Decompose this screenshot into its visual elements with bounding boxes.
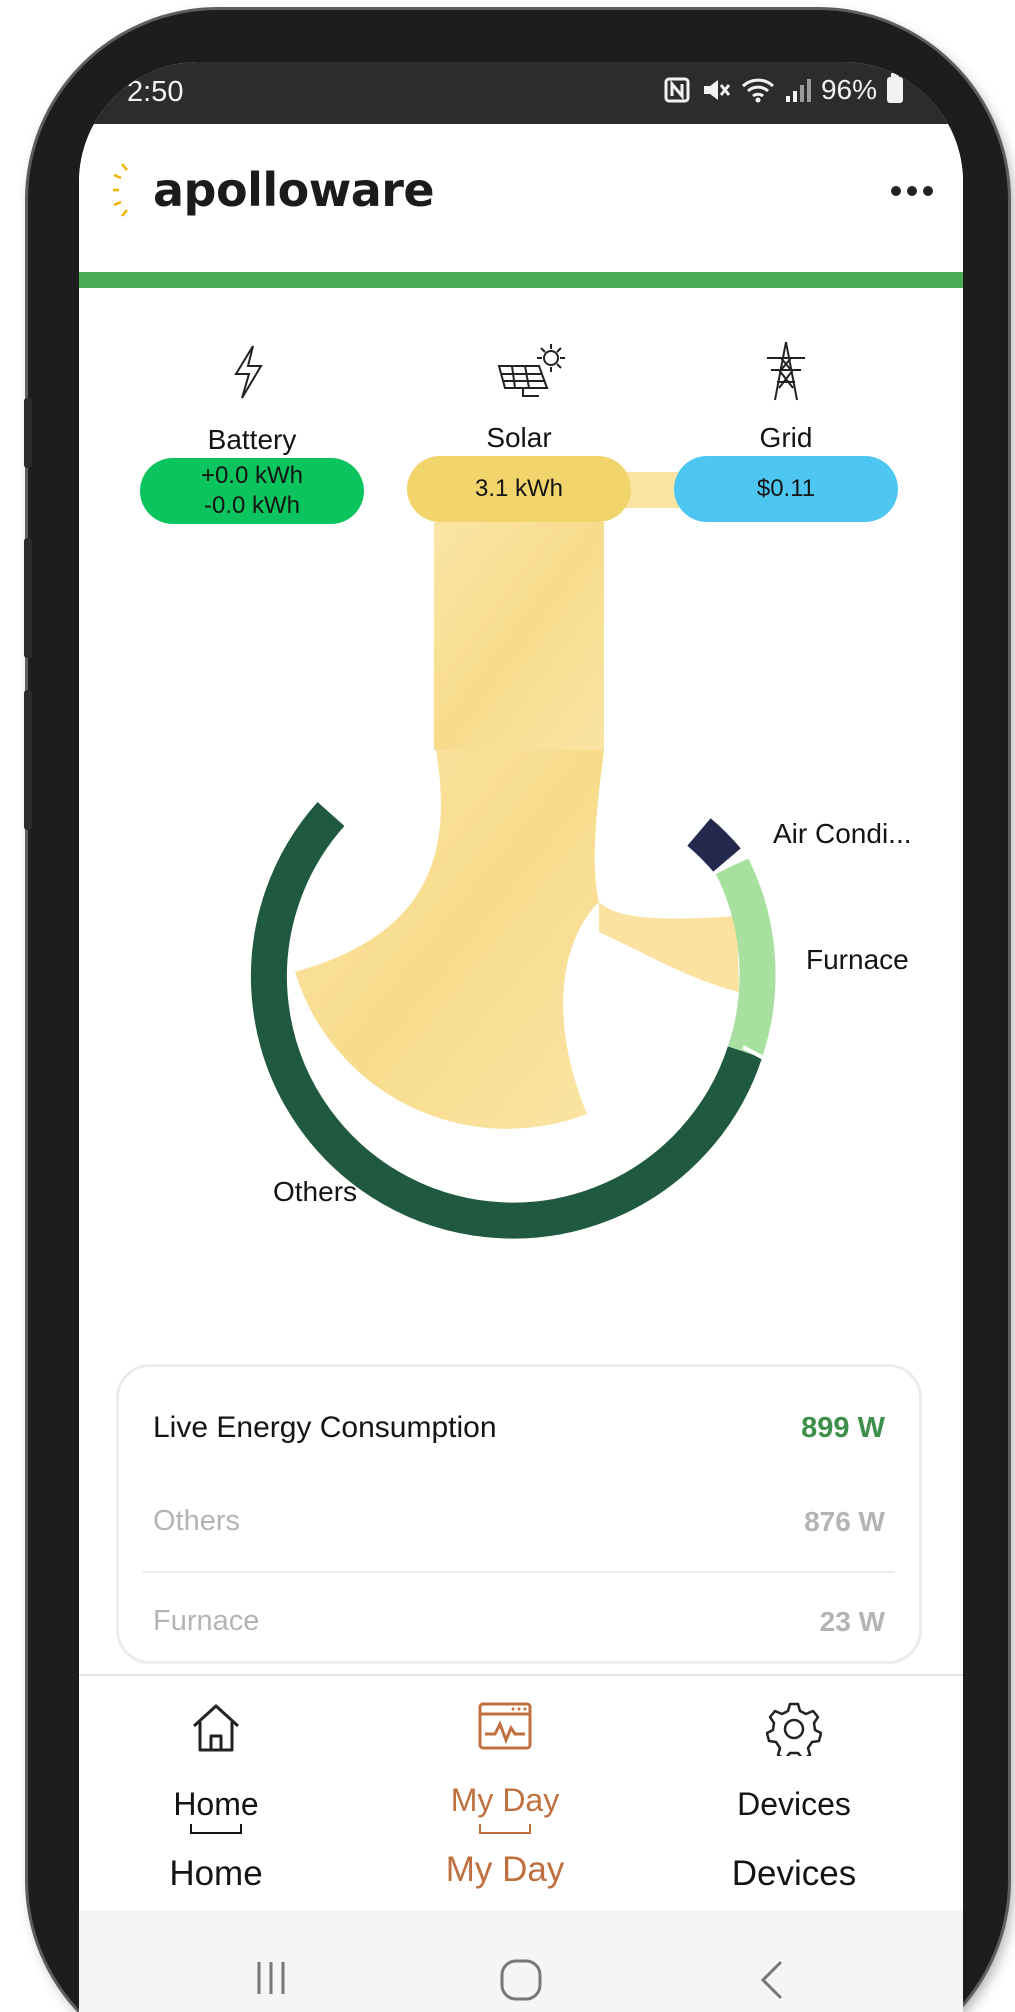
- brand-logo[interactable]: apolloware: [113, 160, 435, 220]
- side-button: [24, 690, 32, 830]
- gear-icon: [766, 1702, 822, 1756]
- solar-stem-flow: [434, 522, 604, 750]
- battery-icon: [887, 73, 903, 103]
- list-item-value: 876 W: [804, 1505, 885, 1537]
- list-item[interactable]: Others 876 W: [153, 1505, 885, 1538]
- status-time: 2:50: [127, 76, 184, 108]
- sun-logo-icon: [113, 163, 147, 217]
- system-nav-bar: [79, 1910, 963, 2012]
- list-item-value: 23 W: [819, 1605, 885, 1637]
- live-energy-total: 899 W: [801, 1411, 885, 1444]
- list-item-label: Furnace: [153, 1605, 260, 1637]
- grid-value: $0.11: [756, 475, 816, 502]
- solar-to-others-flow: [295, 750, 604, 1129]
- activity-chart-icon: [478, 1702, 532, 1750]
- status-bar: 2:50 96%: [79, 62, 963, 124]
- air-conditioner-arc: [687, 818, 741, 872]
- grid-pill[interactable]: $0.11: [674, 456, 898, 522]
- more-menu-icon[interactable]: [891, 186, 933, 196]
- status-icons: 96%: [663, 73, 903, 106]
- consumer-label-air-conditioner[interactable]: Air Condi...: [773, 818, 912, 850]
- power-button: [24, 538, 32, 658]
- nav-item-my-day[interactable]: My Day My Day: [405, 1676, 605, 1906]
- divider: [143, 1571, 895, 1573]
- app-screen: 2:50 96% apolloware Battery Solar Grid +…: [79, 62, 963, 2012]
- active-indicator-stub: [190, 1824, 242, 1834]
- nav-label-my-day-secondary: My Day: [445, 1850, 565, 1889]
- home-circle-icon[interactable]: [499, 1958, 543, 2002]
- list-item-label: Others: [153, 1505, 241, 1537]
- battery-out-value: -0.0 kWh: [203, 492, 301, 519]
- bottom-nav: Home Home My Day My Day Devices Devices: [79, 1674, 963, 1904]
- header-accent-bar: [79, 272, 963, 288]
- active-indicator-stub: [479, 1824, 531, 1834]
- others-arc: [250, 802, 763, 1239]
- nav-label-devices: Devices: [737, 1786, 851, 1822]
- solar-grid-flow: [624, 472, 679, 508]
- battery-label: Battery: [207, 424, 297, 455]
- lightning-icon: [234, 345, 263, 399]
- nav-label-home-secondary: Home: [169, 1854, 263, 1893]
- battery-percent: 96%: [820, 74, 877, 105]
- signal-icon: [785, 79, 811, 102]
- solar-panel-icon: [497, 344, 565, 397]
- nav-item-devices[interactable]: Devices Devices: [694, 1676, 894, 1906]
- power-tower-icon: [767, 341, 805, 401]
- live-energy-header: Live Energy Consumption 899 W: [153, 1411, 885, 1445]
- nav-label-devices-secondary: Devices: [731, 1854, 857, 1893]
- brand-name: apolloware: [153, 163, 435, 217]
- mute-icon: [703, 80, 731, 100]
- nav-label-my-day: My Day: [450, 1782, 560, 1818]
- battery-in-value: +0.0 kWh: [200, 462, 304, 489]
- battery-pill[interactable]: +0.0 kWh -0.0 kWh: [140, 458, 364, 524]
- solar-pill[interactable]: 3.1 kWh: [407, 456, 631, 522]
- consumer-label-furnace[interactable]: Furnace: [806, 944, 909, 976]
- consumer-label-others[interactable]: Others: [273, 1176, 357, 1208]
- solar-label: Solar: [486, 422, 552, 453]
- live-energy-title: Live Energy Consumption: [153, 1411, 497, 1444]
- recents-icon[interactable]: [251, 1958, 291, 1998]
- furnace-arc: [715, 857, 776, 1058]
- solar-value: 3.1 kWh: [474, 475, 564, 502]
- nav-label-home: Home: [173, 1786, 259, 1822]
- nfc-icon: [664, 77, 690, 103]
- home-icon: [192, 1704, 240, 1752]
- wifi-icon: [741, 78, 774, 103]
- back-icon[interactable]: [757, 1958, 787, 2002]
- nav-item-home[interactable]: Home Home: [116, 1676, 316, 1906]
- grid-label: Grid: [759, 422, 813, 453]
- list-item[interactable]: Furnace 23 W: [153, 1605, 885, 1638]
- volume-button: [24, 398, 32, 468]
- live-energy-card: Live Energy Consumption 899 W Others 876…: [116, 1364, 922, 1664]
- solar-to-furnace-flow: [599, 902, 739, 992]
